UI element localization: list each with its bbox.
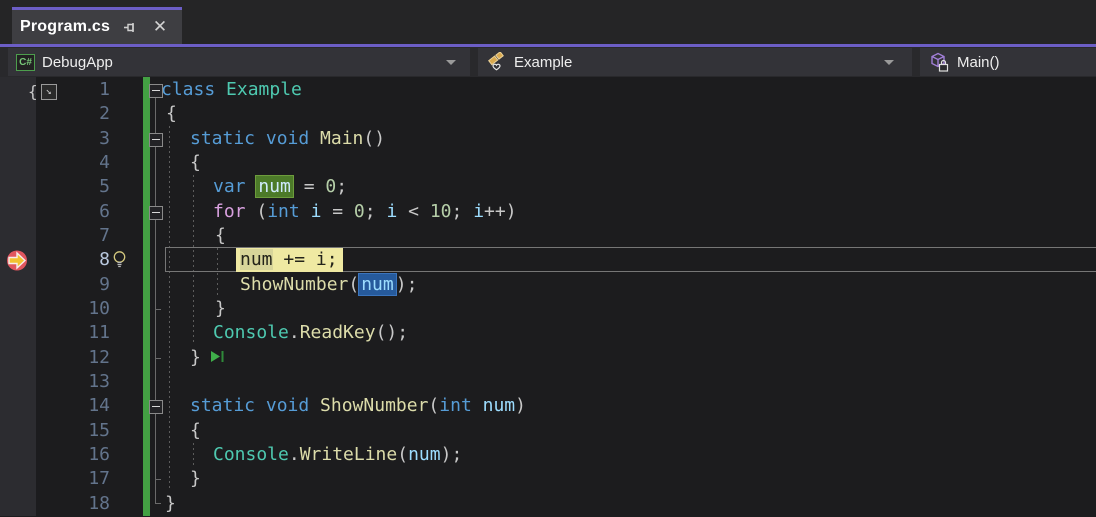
definition-highlight: num	[255, 175, 294, 199]
method-private-icon	[928, 52, 950, 73]
code-line-text[interactable]: }	[190, 346, 225, 371]
line-number: 3	[99, 127, 110, 149]
fold-collapse-toggle[interactable]	[149, 205, 163, 220]
code-line-text[interactable]: num += i;	[236, 248, 343, 273]
code-line-text[interactable]: static void ShowNumber(int num)	[190, 394, 526, 418]
navigation-bar: C# DebugApp Example Main()	[0, 44, 1096, 77]
code-line[interactable]: 7{	[0, 224, 1096, 249]
code-line-text[interactable]: }	[165, 492, 176, 516]
tab-program-cs[interactable]: Program.cs ✕	[12, 7, 183, 44]
project-dropdown-label: DebugApp	[42, 53, 113, 71]
class-internal-icon	[486, 51, 507, 73]
code-line[interactable]: 13	[0, 370, 1096, 395]
line-number: 7	[99, 224, 110, 246]
code-line-text[interactable]: static void Main()	[190, 127, 385, 151]
type-dropdown[interactable]: Example	[478, 48, 912, 76]
code-line-text[interactable]: Console.ReadKey();	[213, 321, 408, 345]
line-number: 15	[88, 419, 110, 441]
code-line-text[interactable]: var num = 0;	[213, 175, 347, 199]
code-lines: 1 class Example 2{3 static void Main() 4{5 va…	[0, 78, 1096, 516]
code-line-text[interactable]: class Example	[161, 78, 302, 102]
code-line[interactable]: 6 for (int i = 0; i < 10; i++)	[0, 200, 1096, 225]
type-dropdown-label: Example	[514, 53, 573, 71]
code-line[interactable]: 5 var num = 0;	[0, 175, 1096, 200]
chevron-down-icon[interactable]	[446, 59, 456, 65]
code-line[interactable]: 9 ShowNumber(num);	[0, 272, 1096, 298]
reference-highlight: num	[358, 272, 397, 296]
code-line[interactable]: 10}	[0, 297, 1096, 322]
code-line[interactable]: 4{	[0, 151, 1096, 176]
member-dropdown-label: Main()	[957, 53, 1000, 71]
code-line[interactable]: 16 Console.WriteLine(num);	[0, 443, 1096, 468]
code-line[interactable]: 14 static void ShowNumber(int num)	[0, 394, 1096, 419]
line-number: 8	[99, 249, 110, 271]
fold-collapse-toggle[interactable]	[149, 132, 163, 147]
member-dropdown[interactable]: Main()	[920, 48, 1096, 76]
fold-collapse-toggle[interactable]	[149, 84, 163, 98]
line-number: 2	[99, 103, 110, 125]
code-line-text[interactable]: for (int i = 0; i < 10; i++)	[213, 200, 517, 224]
csharp-project-icon: C#	[16, 53, 35, 71]
code-line[interactable]: 12}	[0, 346, 1096, 371]
code-line-text[interactable]: }	[190, 467, 201, 491]
line-number: 1	[99, 79, 110, 100]
fold-collapse-toggle[interactable]	[149, 400, 163, 415]
close-icon[interactable]: ✕	[150, 17, 170, 37]
line-number: 4	[99, 151, 110, 173]
tab-strip: Program.cs ✕	[0, 0, 1096, 44]
tab-title: Program.cs	[20, 18, 111, 35]
line-number: 12	[88, 346, 110, 368]
code-line[interactable]: 3 static void Main()	[0, 127, 1096, 152]
code-line-text[interactable]: {	[190, 151, 201, 175]
chevron-down-icon[interactable]	[884, 59, 894, 65]
code-editor[interactable]: {↘ 1 class Example 2{3 static void Main() 4{…	[0, 77, 1096, 516]
code-line[interactable]: 17}	[0, 467, 1096, 492]
code-line-text[interactable]: ShowNumber(num);	[240, 272, 417, 297]
line-number: 16	[88, 443, 110, 465]
code-line-text[interactable]: }	[215, 297, 226, 321]
run-to-cursor-icon[interactable]	[210, 347, 225, 371]
line-number: 11	[88, 322, 110, 344]
line-number: 17	[88, 468, 110, 490]
code-line[interactable]: 15 {	[0, 419, 1096, 444]
pin-icon[interactable]	[120, 17, 140, 37]
code-line[interactable]: 18}	[0, 492, 1096, 517]
line-number: 9	[99, 273, 110, 295]
current-statement-highlight: num += i;	[236, 248, 343, 273]
line-number: 10	[88, 297, 110, 319]
code-line[interactable]: 2{	[0, 102, 1096, 127]
project-dropdown[interactable]: C# DebugApp	[8, 48, 470, 76]
line-number: 6	[99, 200, 110, 222]
code-line-text[interactable]: Console.WriteLine(num);	[213, 443, 462, 467]
code-line[interactable]: 1 class Example	[0, 78, 1096, 103]
code-line-text[interactable]: {	[215, 224, 226, 248]
line-number: 5	[99, 176, 110, 198]
line-number: 18	[88, 492, 110, 514]
code-line-text[interactable]: {	[166, 102, 177, 126]
code-line[interactable]: 11 Console.ReadKey();	[0, 321, 1096, 346]
line-number: 13	[88, 370, 110, 392]
code-line-text[interactable]: {	[190, 419, 201, 443]
code-line[interactable]: 8 num += i;	[0, 247, 1096, 273]
line-number: 14	[88, 395, 110, 417]
